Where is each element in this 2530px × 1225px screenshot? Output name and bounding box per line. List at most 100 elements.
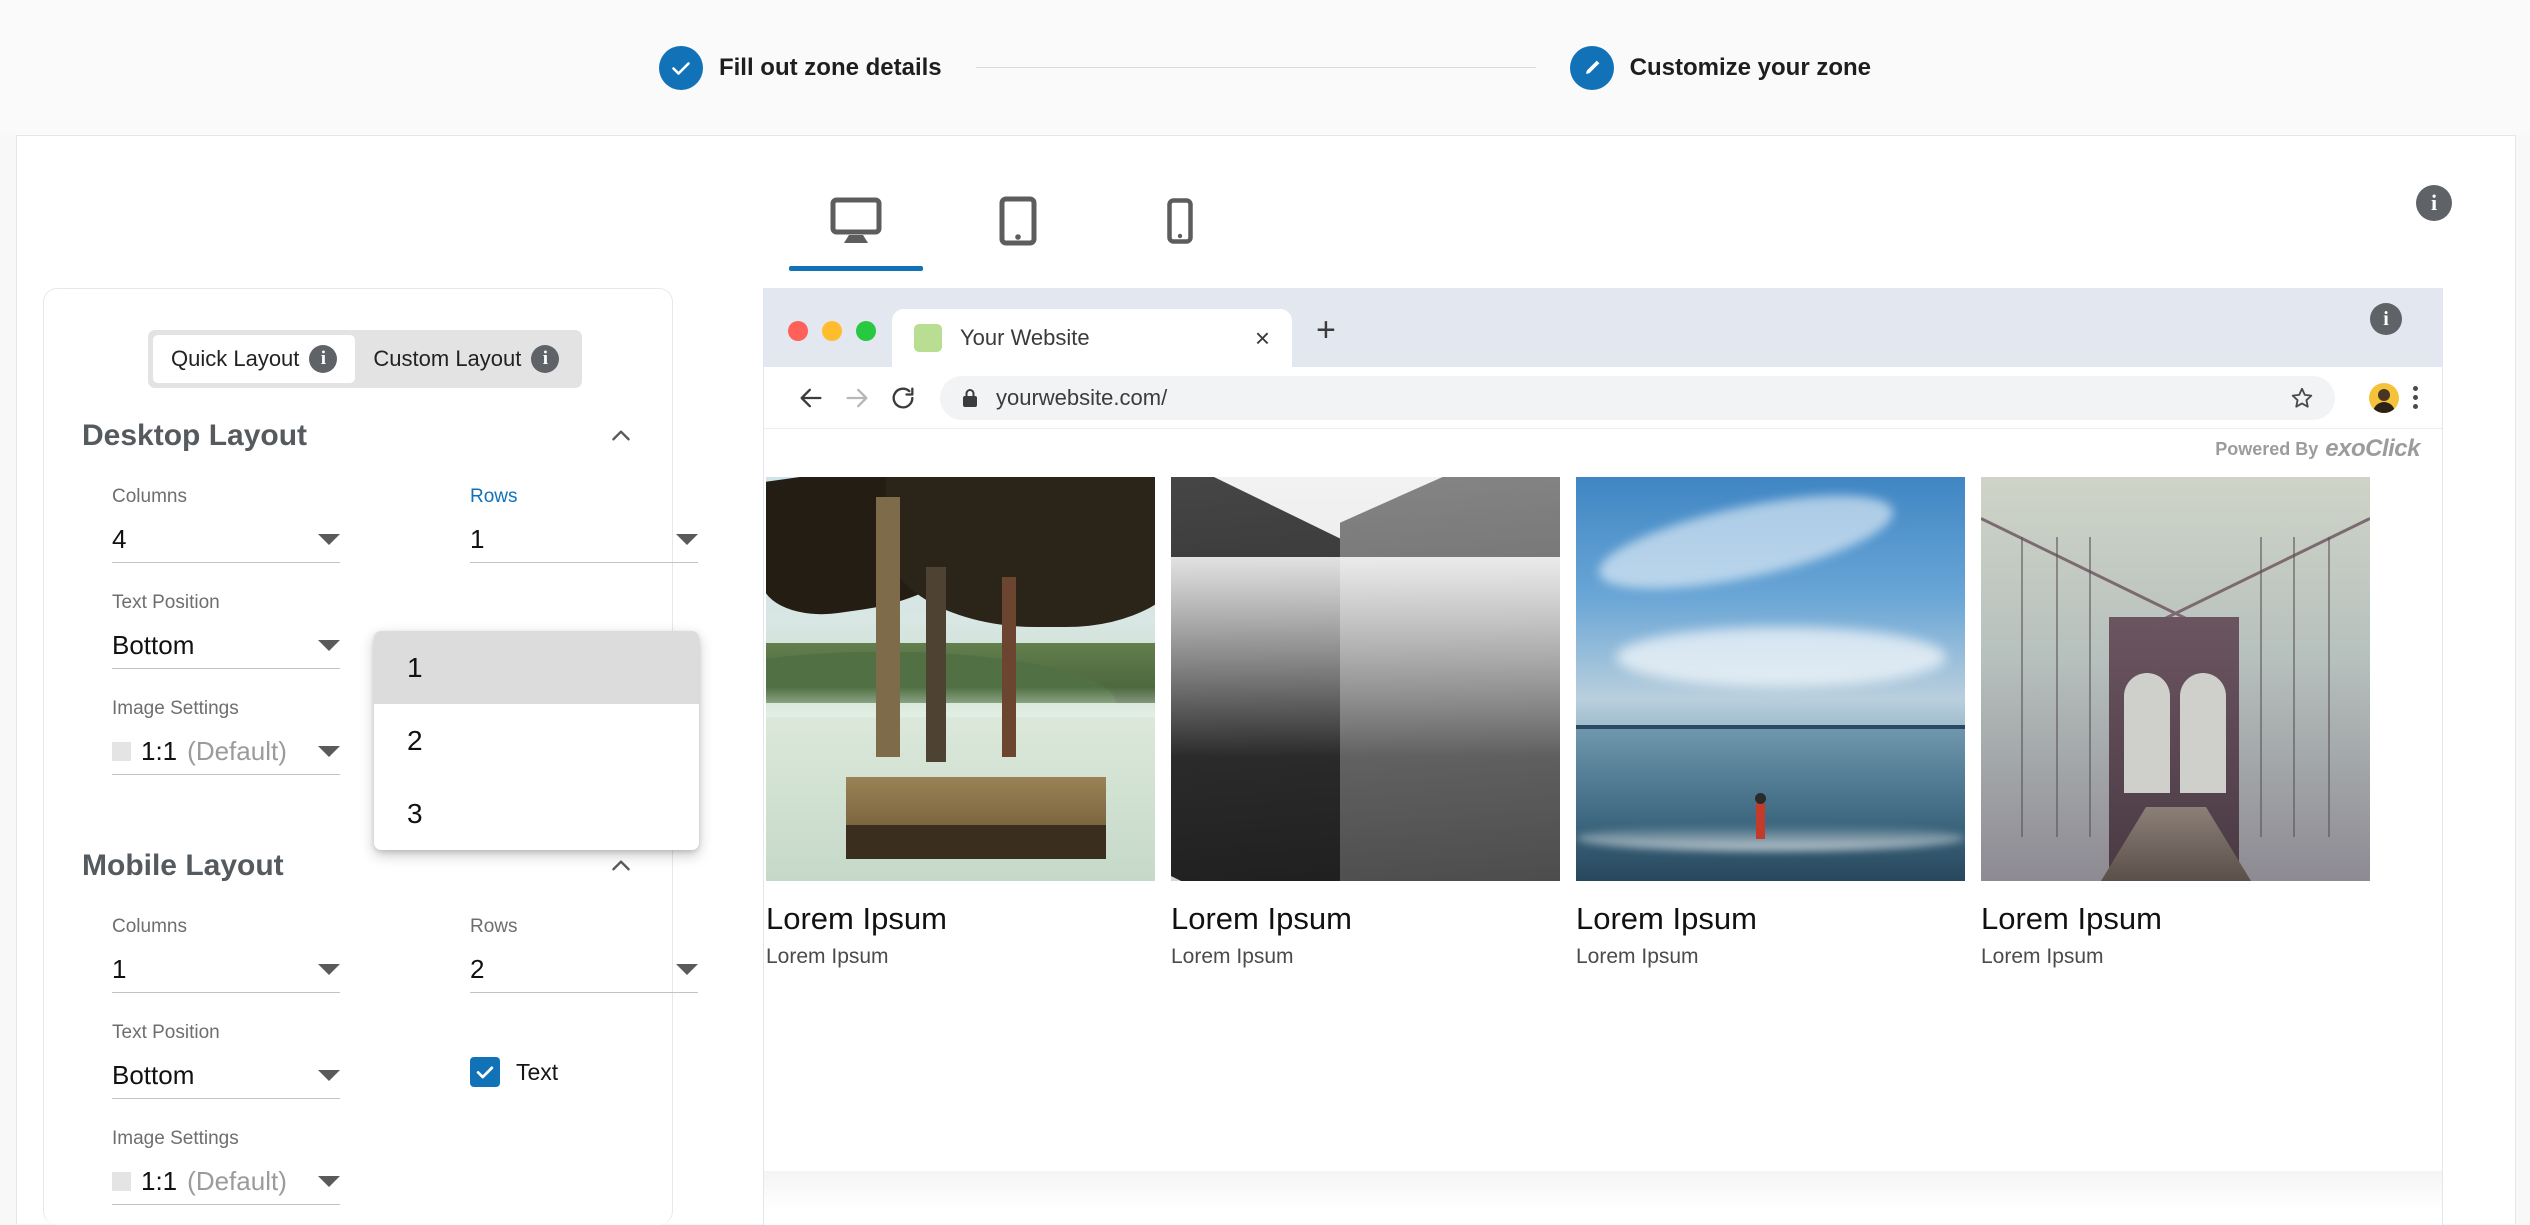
- device-tab-desktop[interactable]: [775, 171, 937, 271]
- mobile-columns-select[interactable]: 1: [112, 951, 340, 993]
- ad-card-subtitle: Lorem Ipsum: [1171, 945, 1560, 969]
- lock-icon: [960, 387, 980, 409]
- section-desktop-layout: Desktop Layout Columns 4 Rows 1: [44, 409, 674, 463]
- field-label: Columns: [112, 485, 340, 509]
- powered-by-attribution: Powered By exoClick: [764, 429, 2442, 463]
- field-label: Text Position: [112, 591, 340, 615]
- stepper-step-label: Customize your zone: [1630, 54, 1871, 82]
- star-icon[interactable]: [2289, 385, 2315, 411]
- field-mobile-image-settings: Image Settings 1:1 (Default): [112, 1127, 340, 1205]
- chevron-down-icon: [318, 640, 340, 651]
- ad-card-title: Lorem Ipsum: [1171, 901, 1560, 937]
- dropdown-option[interactable]: 1: [374, 631, 699, 704]
- wizard-stepper: Fill out zone details Customize your zon…: [0, 0, 2530, 135]
- url-text: yourwebsite.com/: [996, 385, 2273, 411]
- field-desktop-rows: Rows 1: [470, 485, 698, 563]
- mobile-text-checkbox-row[interactable]: Text: [470, 1051, 558, 1093]
- active-tab-underline: [789, 266, 923, 271]
- select-value-suffix: (Default): [187, 1166, 287, 1197]
- browser-tab[interactable]: Your Website ×: [892, 309, 1292, 367]
- info-icon[interactable]: i: [309, 345, 337, 373]
- tab-custom-layout[interactable]: Custom Layout i: [355, 335, 577, 383]
- ad-card-title: Lorem Ipsum: [766, 901, 1155, 937]
- reload-icon[interactable]: [880, 375, 926, 421]
- mobile-text-position-select[interactable]: Bottom: [112, 1057, 340, 1099]
- info-icon[interactable]: i: [2416, 185, 2452, 221]
- field-label: Rows: [470, 915, 698, 939]
- browser-chrome-bar: Your Website × + i: [764, 289, 2442, 367]
- pencil-icon: [1570, 46, 1614, 90]
- new-tab-button[interactable]: +: [1316, 313, 1336, 347]
- layout-settings-panel: Quick Layout i Custom Layout i Desktop L…: [43, 288, 673, 1225]
- section-desktop-layout-header[interactable]: Desktop Layout: [44, 409, 674, 463]
- user-avatar[interactable]: [2369, 383, 2399, 413]
- field-desktop-image-settings: Image Settings 1:1 (Default): [112, 697, 340, 775]
- desktop-rows-select[interactable]: 1: [470, 521, 698, 563]
- ad-zone-preview-grid: Lorem Ipsum Lorem Ipsum Lorem Ipsum Lore…: [764, 463, 2442, 969]
- tab-quick-layout[interactable]: Quick Layout i: [153, 335, 355, 383]
- ad-card[interactable]: Lorem Ipsum Lorem Ipsum: [1981, 477, 2370, 969]
- chevron-up-icon[interactable]: [608, 423, 634, 449]
- dropdown-option[interactable]: 3: [374, 777, 699, 850]
- section-title: Mobile Layout: [82, 849, 284, 883]
- window-traffic-lights: [764, 321, 876, 367]
- chevron-down-icon: [318, 746, 340, 757]
- field-label: Text Position: [112, 1021, 340, 1045]
- section-title: Desktop Layout: [82, 419, 307, 453]
- select-value-suffix: (Default): [187, 736, 287, 767]
- website-preview-browser-mockup: Your Website × + i yourwebsite.com/: [763, 288, 2443, 1225]
- ad-card-subtitle: Lorem Ipsum: [1576, 945, 1965, 969]
- ad-card[interactable]: Lorem Ipsum Lorem Ipsum: [766, 477, 1155, 969]
- ad-card[interactable]: Lorem Ipsum Lorem Ipsum: [1171, 477, 1560, 969]
- aspect-ratio-swatch-icon: [112, 742, 131, 761]
- info-icon[interactable]: i: [2370, 303, 2402, 335]
- ad-image-ocean-surfer: [1576, 477, 1965, 881]
- kebab-menu-icon[interactable]: [2413, 386, 2418, 409]
- chevron-down-icon: [318, 964, 340, 975]
- chevron-up-icon[interactable]: [608, 853, 634, 879]
- rows-dropdown-menu[interactable]: 1 2 3: [374, 631, 699, 850]
- ad-image-brooklyn-bridge: [1981, 477, 2370, 881]
- arrow-back-icon[interactable]: [788, 375, 834, 421]
- browser-toolbar: yourwebsite.com/: [764, 367, 2442, 429]
- select-value: Bottom: [112, 1060, 318, 1091]
- select-value: 1: [112, 954, 318, 985]
- stepper-connector-line: [976, 67, 1536, 68]
- aspect-ratio-swatch-icon: [112, 1172, 131, 1191]
- check-icon: [659, 46, 703, 90]
- checkbox-checked-icon[interactable]: [470, 1057, 500, 1087]
- field-label: Image Settings: [112, 697, 340, 721]
- mobile-image-settings-select[interactable]: 1:1 (Default): [112, 1163, 340, 1205]
- stepper-step-customize-your-zone[interactable]: Customize your zone: [1570, 46, 1871, 90]
- chevron-down-icon: [318, 534, 340, 545]
- tablet-icon: [999, 196, 1037, 246]
- field-mobile-rows: Rows 2: [470, 915, 698, 993]
- chevron-down-icon: [676, 964, 698, 975]
- info-icon[interactable]: i: [531, 345, 559, 373]
- maximize-window-dot[interactable]: [856, 321, 876, 341]
- main-content-card: i Quick Layout i Custom Layout i Desktop…: [16, 135, 2516, 1224]
- stepper-step-fill-out-zone-details[interactable]: Fill out zone details: [659, 46, 942, 90]
- dropdown-option[interactable]: 2: [374, 704, 699, 777]
- mobile-rows-select[interactable]: 2: [470, 951, 698, 993]
- desktop-image-settings-select[interactable]: 1:1 (Default): [112, 733, 340, 775]
- ad-image-foggy-mountain-bw: [1171, 477, 1560, 881]
- desktop-columns-select[interactable]: 4: [112, 521, 340, 563]
- powered-by-prefix: Powered By: [2215, 439, 2318, 460]
- device-tab-tablet[interactable]: [937, 171, 1099, 271]
- minimize-window-dot[interactable]: [822, 321, 842, 341]
- device-preview-tabs: [775, 171, 2175, 276]
- close-icon[interactable]: ×: [1255, 325, 1270, 351]
- url-address-bar[interactable]: yourwebsite.com/: [940, 376, 2335, 420]
- device-tab-mobile[interactable]: [1099, 171, 1261, 271]
- close-window-dot[interactable]: [788, 321, 808, 341]
- mobile-phone-icon: [1167, 198, 1193, 244]
- field-label: Columns: [112, 915, 340, 939]
- arrow-forward-icon[interactable]: [834, 375, 880, 421]
- ad-card[interactable]: Lorem Ipsum Lorem Ipsum: [1576, 477, 1965, 969]
- field-mobile-text-position: Text Position Bottom: [112, 1021, 340, 1099]
- ad-card-title: Lorem Ipsum: [1576, 901, 1965, 937]
- select-value: 4: [112, 524, 318, 555]
- chevron-down-icon: [318, 1070, 340, 1081]
- desktop-text-position-select[interactable]: Bottom: [112, 627, 340, 669]
